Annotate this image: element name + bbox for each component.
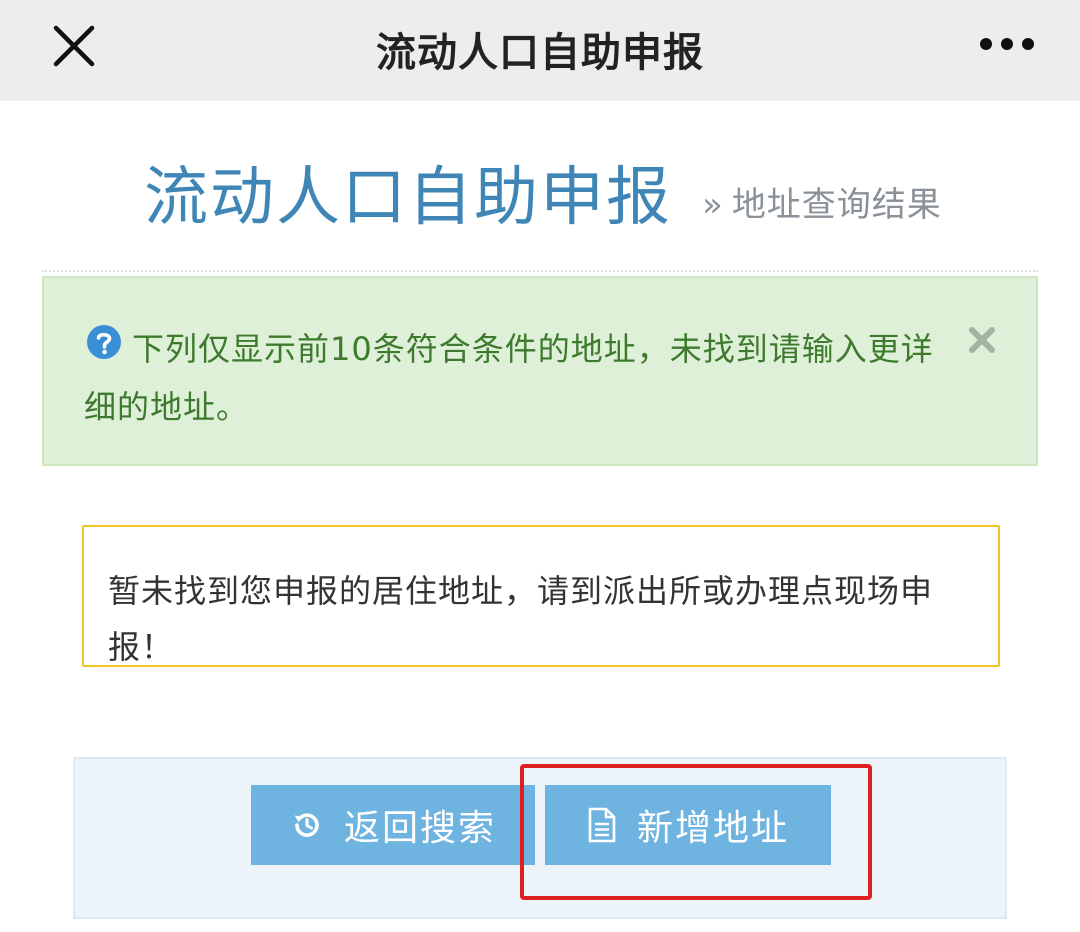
close-x-icon[interactable] bbox=[966, 324, 998, 356]
back-to-search-button[interactable]: 返回搜索 bbox=[251, 785, 535, 865]
document-icon bbox=[588, 807, 616, 843]
header-divider bbox=[42, 270, 1038, 272]
warning-alert: 暂未找到您申报的居住地址，请到派出所或办理点现场申报！ bbox=[82, 525, 1000, 667]
action-bar: 返回搜索 新增地址 bbox=[73, 757, 1007, 919]
subtitle-text: 地址查询结果 bbox=[731, 185, 942, 225]
add-address-button[interactable]: 新增地址 bbox=[545, 785, 831, 865]
page-title: 流动人口自助申报 bbox=[144, 161, 672, 235]
add-button-label: 新增地址 bbox=[636, 808, 789, 849]
history-back-icon bbox=[294, 813, 319, 837]
breadcrumb-separator: » bbox=[702, 185, 724, 225]
warning-alert-text: 暂未找到您申报的居住地址，请到派出所或办理点现场申报！ bbox=[108, 572, 934, 666]
page-subtitle: » 地址查询结果 bbox=[702, 177, 942, 226]
info-alert: 下列仅显示前10条符合条件的地址，未找到请输入更详细的地址。 bbox=[42, 276, 1038, 466]
top-navigation-bar: 流动人口自助申报 bbox=[0, 0, 1080, 101]
page-header: 流动人口自助申报 » 地址查询结果 bbox=[144, 158, 942, 238]
info-alert-text: 下列仅显示前10条符合条件的地址，未找到请输入更详细的地址。 bbox=[84, 330, 934, 426]
window-title: 流动人口自助申报 bbox=[376, 30, 704, 76]
back-button-label: 返回搜索 bbox=[343, 808, 496, 849]
more-dots-icon[interactable] bbox=[978, 34, 1036, 54]
